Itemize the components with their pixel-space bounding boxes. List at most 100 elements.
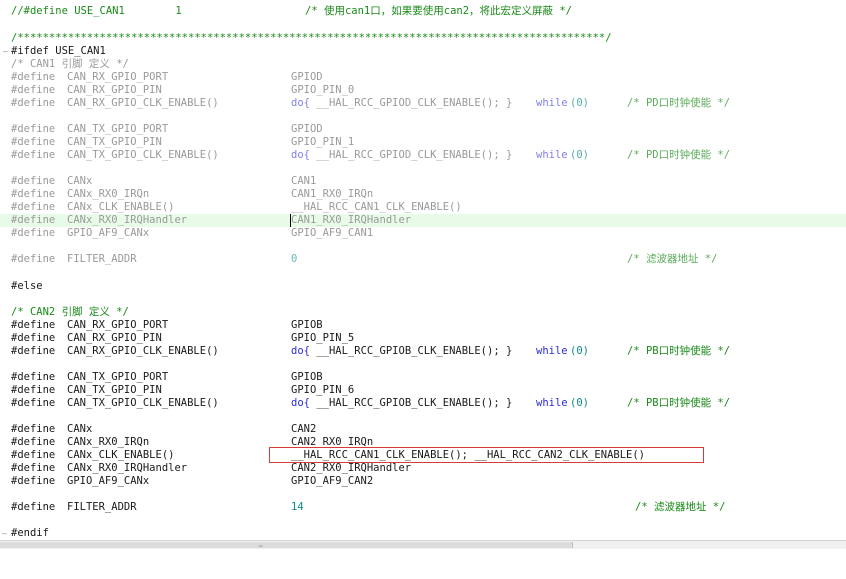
macro-value: GPIOB [291, 319, 323, 331]
while-condition: (0) [570, 345, 589, 357]
macro-value: __HAL_RCC_GPIOD_CLK_ENABLE(); } [310, 149, 513, 161]
macro-name: CANx_RX0_IRQn [67, 188, 150, 200]
macro-name: GPIO_AF9_CANx [67, 475, 150, 487]
macro-value: __HAL_RCC_GPIOB_CLK_ENABLE(); } [310, 397, 513, 409]
inline-comment: /* 滤波器地址 */ [635, 501, 726, 513]
macro-name: CAN_TX_GPIO_CLK_ENABLE() [67, 397, 219, 409]
define-keyword: #define [11, 345, 56, 357]
macro-value: GPIO_PIN_5 [291, 332, 355, 344]
code-line: #define CAN_RX_GPIO_CLK_ENABLE() do{ __H… [0, 345, 846, 358]
macro-value: GPIOD [291, 71, 323, 83]
while-condition: (0) [570, 97, 589, 109]
macro-name: CAN_RX_GPIO_CLK_ENABLE() [67, 345, 219, 357]
macro-name: CAN_RX_GPIO_PORT [67, 319, 169, 331]
code-line: #define FILTER_ADDR 14 /* 滤波器地址 */ [0, 501, 846, 514]
macro-name: CAN_TX_GPIO_PORT [67, 371, 169, 383]
while-keyword: while [536, 397, 568, 409]
macro-value: CAN2 [291, 423, 317, 435]
separator-comment: /***************************************… [11, 32, 612, 44]
can2-section-comment: /* CAN2 引脚 定义 */ [11, 306, 129, 318]
define-keyword: #define [11, 123, 56, 135]
macro-value: GPIOB [291, 371, 323, 383]
code-line-current: #define CANx_RX0_IRQHandler CAN1_RX0_IRQ… [0, 214, 846, 227]
macro-name: CANx_CLK_ENABLE() [67, 201, 175, 213]
macro-name: FILTER_ADDR [67, 501, 137, 513]
define-keyword: #define [11, 214, 56, 226]
macro-value: CAN1_RX0_IRQHandler [291, 214, 412, 226]
code-line: //#define USE_CAN1 1 /* 使用can1口，如果要使用can… [0, 5, 846, 18]
code-line: #define CAN_TX_GPIO_PORT GPIOD [0, 123, 846, 136]
code-line: #define CAN_RX_GPIO_PIN GPIO_PIN_5 [0, 332, 846, 345]
header-define-comment: //#define USE_CAN1 1 [11, 5, 182, 17]
define-keyword: #define [11, 253, 56, 265]
define-keyword: #define [11, 175, 56, 187]
do-keyword: do{ [291, 149, 310, 161]
define-keyword: #define [11, 332, 56, 344]
macro-value: GPIO_PIN_6 [291, 384, 355, 396]
define-keyword: #define [11, 319, 56, 331]
define-keyword: #define [11, 84, 56, 96]
define-keyword: #define [11, 149, 56, 161]
text-cursor [290, 214, 291, 227]
inline-comment: /* 滤波器地址 */ [627, 253, 718, 265]
macro-name: CANx [67, 423, 93, 435]
else-directive: #else [11, 280, 43, 292]
define-keyword: #define [11, 384, 56, 396]
macro-value: GPIO_PIN_0 [291, 84, 355, 96]
code-line: #else [0, 280, 846, 293]
macro-value: __HAL_RCC_CAN1_CLK_ENABLE() [291, 201, 462, 213]
macro-value: 0 [291, 253, 298, 265]
macro-value: __HAL_RCC_GPIOB_CLK_ENABLE(); } [310, 345, 513, 357]
define-keyword: #define [11, 436, 56, 448]
define-keyword: #define [11, 371, 56, 383]
define-keyword: #define [11, 97, 56, 109]
scrollbar-thumb[interactable]: ⋯ [0, 542, 573, 550]
macro-value: 14 [291, 501, 304, 513]
macro-value: CAN1_RX0_IRQn [291, 188, 374, 200]
ifdef-directive: #ifdef USE_CAN1 [11, 45, 106, 57]
annotation-box [269, 447, 704, 463]
macro-name: CAN_RX_GPIO_CLK_ENABLE() [67, 97, 219, 109]
code-line: #define CANx_CLK_ENABLE() __HAL_RCC_CAN1… [0, 201, 846, 214]
code-line: #define CANx CAN1 [0, 175, 846, 188]
code-line: #define CAN_RX_GPIO_PIN GPIO_PIN_0 [0, 84, 846, 97]
code-editor[interactable]: //#define USE_CAN1 1 /* 使用can1口，如果要使用can… [0, 0, 846, 540]
do-keyword: do{ [291, 97, 310, 109]
code-line: #define CANx CAN2 [0, 423, 846, 436]
define-keyword: #define [11, 71, 56, 83]
macro-name: CAN_TX_GPIO_CLK_ENABLE() [67, 149, 219, 161]
macro-name: CANx_RX0_IRQHandler [67, 462, 188, 474]
macro-value: GPIO_AF9_CAN2 [291, 475, 374, 487]
code-line: #define CAN_RX_GPIO_PORT GPIOD [0, 71, 846, 84]
define-keyword: #define [11, 462, 56, 474]
macro-value: GPIO_PIN_1 [291, 136, 355, 148]
inline-comment: /* PD口时钟使能 */ [627, 97, 731, 109]
macro-name: CAN_RX_GPIO_PIN [67, 332, 162, 344]
code-line: #define CANx_RX0_IRQn CAN1_RX0_IRQn [0, 188, 846, 201]
fold-marker-icon[interactable]: – [3, 45, 8, 58]
header-note-comment: /* 使用can1口，如果要使用can2，将此宏定义屏蔽 */ [305, 5, 573, 17]
macro-value: GPIO_AF9_CAN1 [291, 227, 374, 239]
do-keyword: do{ [291, 397, 310, 409]
code-line: #define CAN_TX_GPIO_PIN GPIO_PIN_6 [0, 384, 846, 397]
code-line: #define CAN_TX_GPIO_PORT GPIOB [0, 371, 846, 384]
code-line: #define CAN_RX_GPIO_PORT GPIOB [0, 319, 846, 332]
code-line: #define CAN_TX_GPIO_CLK_ENABLE() do{ __H… [0, 149, 846, 162]
code-line: #define FILTER_ADDR 0 /* 滤波器地址 */ [0, 253, 846, 266]
code-line: #define CAN_TX_GPIO_CLK_ENABLE() do{ __H… [0, 397, 846, 410]
inline-comment: /* PD口时钟使能 */ [627, 149, 731, 161]
code-line: #define CAN_TX_GPIO_PIN GPIO_PIN_1 [0, 136, 846, 149]
define-keyword: #define [11, 501, 56, 513]
define-keyword: #define [11, 449, 56, 461]
macro-name: FILTER_ADDR [67, 253, 137, 265]
define-keyword: #define [11, 201, 56, 213]
macro-name: CANx [67, 175, 93, 187]
macro-name: CAN_RX_GPIO_PORT [67, 71, 169, 83]
code-line: /* CAN1 引脚 定义 */ [0, 58, 846, 71]
define-keyword: #define [11, 227, 56, 239]
macro-value: CAN2_RX0_IRQHandler [291, 462, 412, 474]
macro-name: GPIO_AF9_CANx [67, 227, 150, 239]
grip-dots-icon: ⋯ [259, 543, 263, 550]
define-keyword: #define [11, 397, 56, 409]
can1-section-comment: /* CAN1 引脚 定义 */ [11, 58, 129, 70]
